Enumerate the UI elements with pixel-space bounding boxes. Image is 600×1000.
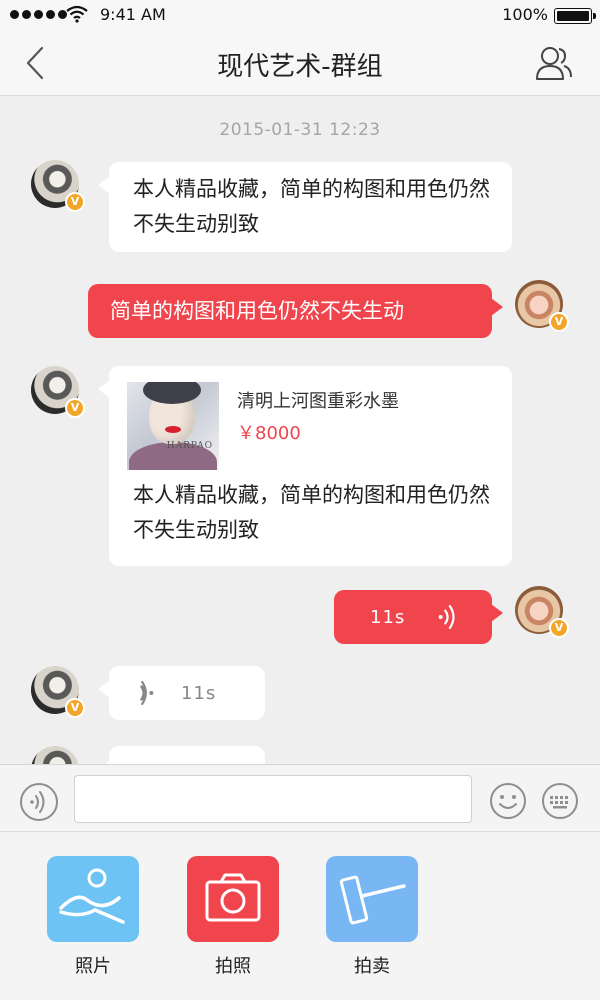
auction-label: 拍卖	[354, 956, 390, 977]
verified-badge: V	[65, 698, 85, 718]
status-time: 9:41 AM	[100, 5, 166, 24]
message-bubble-incoming[interactable]: 本人精品收藏，简单的构图和用色仍然不失生动别致	[98, 162, 512, 252]
verified-badge: V	[549, 312, 569, 332]
message-text: 简单的构图和用色仍然不失生动	[110, 299, 404, 323]
product-price: ￥8000	[237, 423, 301, 444]
chat-area[interactable]: 2015-01-31 12:23 V 本人精品收藏，简单的构图和用色仍然不失生动…	[0, 96, 600, 764]
photo-label: 照片	[75, 956, 111, 977]
message-input[interactable]	[74, 775, 472, 823]
message-bubble-incoming[interactable]	[98, 746, 265, 764]
wifi-icon	[66, 5, 88, 23]
status-bar: 9:41 AM 100%	[0, 0, 600, 30]
avatar-sender[interactable]: V	[31, 666, 85, 718]
avatar-sender[interactable]	[31, 746, 79, 764]
message-timestamp: 2015-01-31 12:23	[219, 120, 381, 140]
smiley-icon[interactable]	[489, 782, 527, 820]
voice-duration: 11s	[370, 607, 406, 628]
avatar-self[interactable]: V	[515, 586, 569, 638]
battery-percentage: 100%	[502, 5, 548, 24]
product-card-message[interactable]: HARPAO 清明上河图重彩水墨 ￥8000 本人精品收藏，简单的构图和用色仍然…	[98, 366, 512, 566]
photo-button[interactable]: 照片	[47, 856, 139, 978]
avatar-self[interactable]: V	[515, 280, 569, 332]
voice-wave-icon	[140, 680, 154, 706]
camera-label: 拍照	[215, 956, 251, 977]
verified-badge: V	[549, 618, 569, 638]
voice-message-incoming[interactable]: 11s	[98, 666, 265, 720]
group-members-icon[interactable]	[534, 44, 574, 82]
verified-badge: V	[65, 398, 85, 418]
camera-icon	[187, 856, 279, 942]
message-text: 本人精品收藏，简单的构图和用色仍然不失生动别致	[133, 483, 490, 542]
product-image-caption: HARPAO	[166, 441, 213, 451]
voice-duration: 11s	[181, 683, 217, 704]
signal-strength-icon	[10, 10, 67, 19]
product-title: 清明上河图重彩水墨	[237, 391, 399, 412]
voice-icon[interactable]	[20, 783, 58, 821]
battery-icon	[554, 8, 596, 24]
message-bubble-outgoing[interactable]: 简单的构图和用色仍然不失生动	[88, 284, 503, 338]
verified-badge: V	[65, 192, 85, 212]
nav-bar: 现代艺术-群组	[0, 30, 600, 96]
photo-icon	[47, 856, 139, 942]
voice-message-outgoing[interactable]: 11s	[334, 590, 503, 644]
avatar-sender[interactable]: V	[31, 366, 85, 418]
page-title: 现代艺术-群组	[217, 52, 383, 82]
message-text: 本人精品收藏，简单的构图和用色仍然不失生动别致	[133, 177, 490, 236]
voice-wave-icon	[438, 604, 455, 630]
keyboard-icon[interactable]	[541, 782, 579, 820]
input-bar	[0, 764, 600, 832]
auction-hammer-icon	[326, 856, 418, 942]
auction-button[interactable]: 拍卖	[326, 856, 418, 978]
product-image[interactable]: HARPAO	[127, 382, 219, 470]
attachment-panel: 照片 拍照 拍卖	[0, 832, 600, 1000]
camera-button[interactable]: 拍照	[187, 856, 279, 978]
avatar-sender[interactable]: V	[31, 160, 85, 212]
